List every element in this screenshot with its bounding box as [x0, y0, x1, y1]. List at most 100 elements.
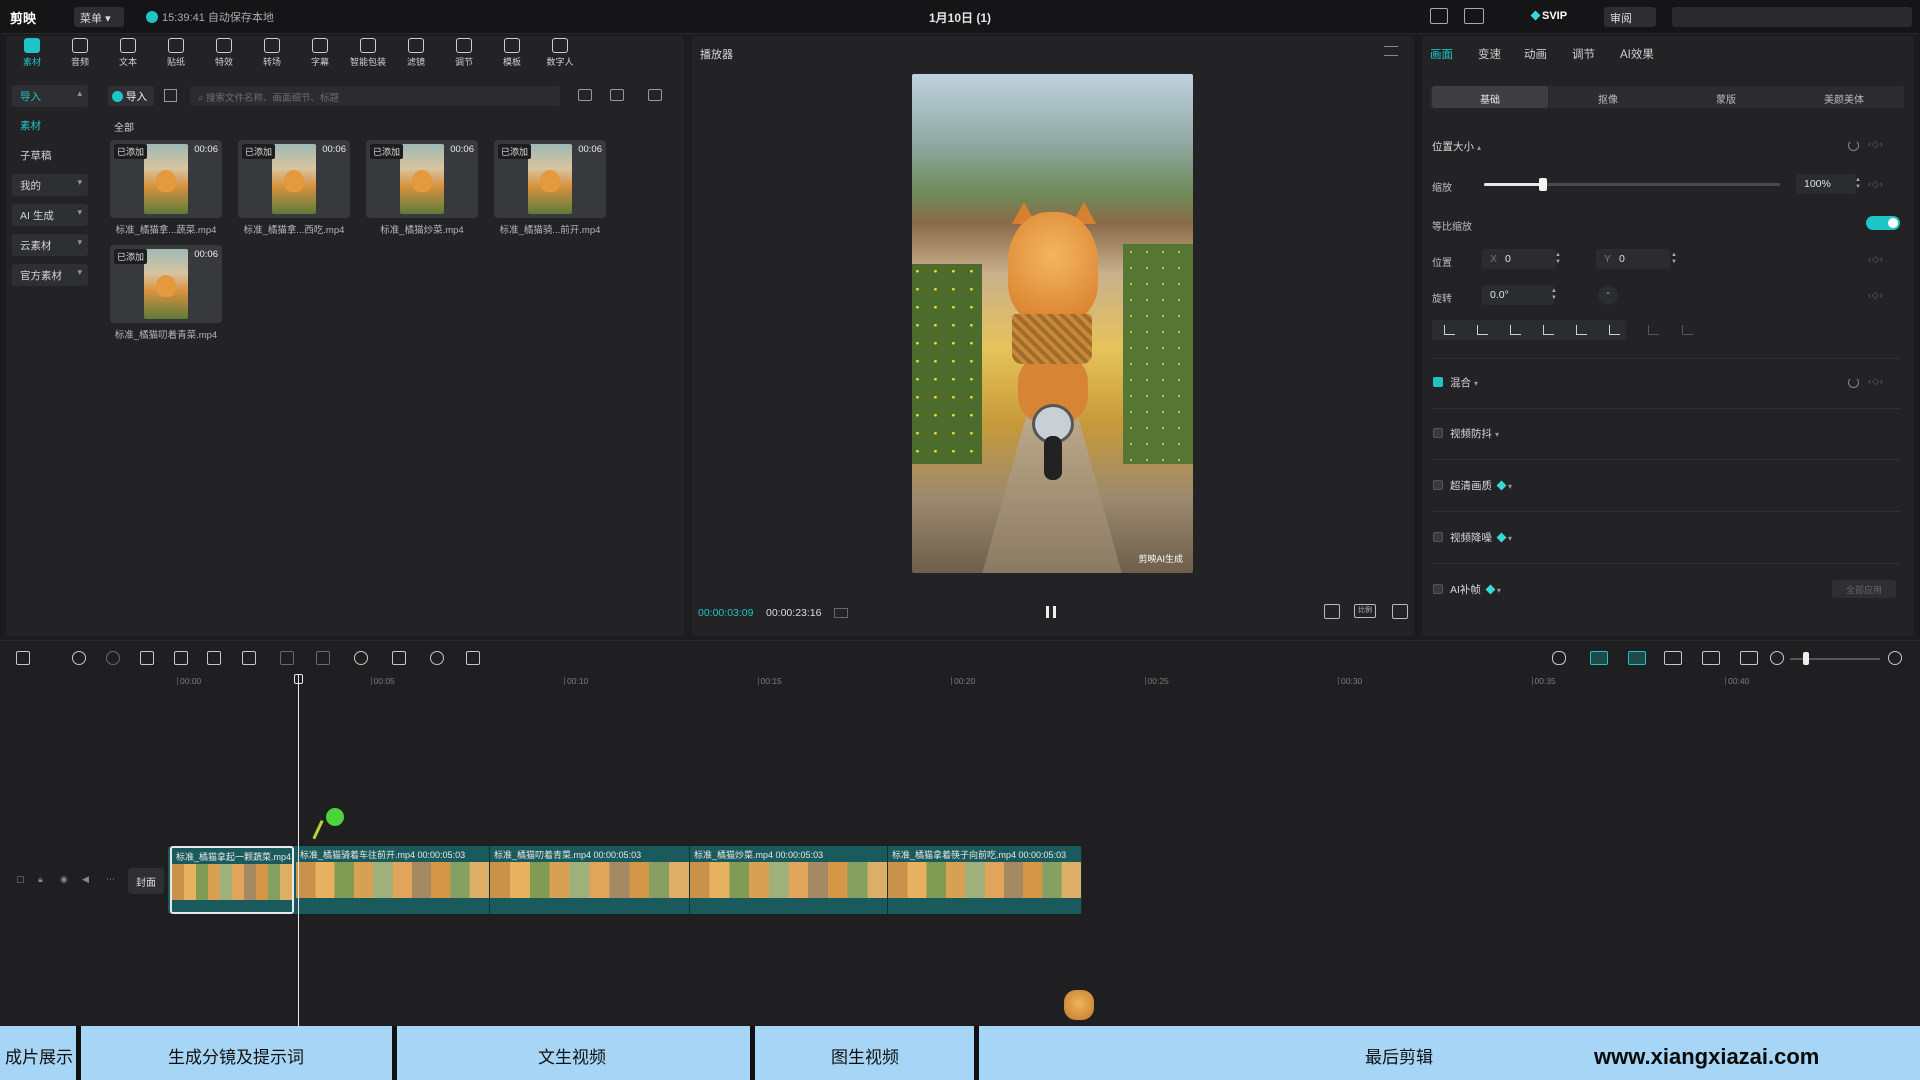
subtab-basic[interactable]: 基础	[1432, 86, 1548, 108]
timeline-clip[interactable]: 标准_橘猫拿着筷子向前吃.mp4 00:00:05:03	[888, 846, 1082, 914]
view-toggle-icon[interactable]	[578, 89, 592, 101]
sidebar-item-2[interactable]: 子草稿	[12, 144, 88, 166]
rotate-input[interactable]: 0.0°	[1482, 285, 1554, 305]
sort-icon[interactable]	[610, 89, 624, 101]
tool-adjust[interactable]: 调节	[442, 38, 486, 72]
tool-avatar[interactable]: 数字人	[538, 38, 582, 72]
grid-view-icon[interactable]	[164, 89, 177, 102]
blend-header[interactable]: 混合 ▾	[1450, 375, 1478, 390]
review-button[interactable]: 审阅	[1604, 7, 1656, 27]
menu-icon[interactable]	[1384, 46, 1398, 56]
timecode-icon[interactable]	[834, 608, 848, 618]
sidebar-item-0[interactable]: 导入 ▴	[12, 85, 88, 107]
link-icon[interactable]	[1664, 651, 1682, 665]
keyframe-icon[interactable]: ‹◇›	[1868, 139, 1884, 150]
svip-badge[interactable]: SVIP	[1524, 7, 1575, 27]
keyframe-icon[interactable]: ‹◇›	[1868, 179, 1884, 190]
tool-effects[interactable]: 特效	[202, 38, 246, 72]
position-size-header[interactable]: 位置大小 ▴	[1432, 139, 1481, 154]
zoom-slider-knob[interactable]	[1803, 652, 1809, 665]
apply-all-button[interactable]: 全部应用	[1832, 580, 1896, 598]
scale-input[interactable]: 100%	[1796, 174, 1856, 194]
stepper-icon[interactable]: ▲ ▼	[1550, 288, 1558, 302]
scale-slider-knob[interactable]	[1539, 178, 1548, 191]
uniform-scale-toggle[interactable]	[1866, 216, 1900, 230]
preview-axis-icon[interactable]	[1702, 651, 1720, 665]
media-item[interactable]: 已添加 00:06 标准_橘猫拿...蔬菜.mp4	[110, 140, 222, 236]
playhead[interactable]	[298, 674, 299, 1026]
tab-animation[interactable]: 动画	[1524, 46, 1547, 62]
track-checkbox-icon[interactable]: ▢	[16, 874, 25, 885]
main-track-magnet-icon[interactable]	[1590, 651, 1608, 665]
timeline-clip[interactable]: 标准_橘猫拿起一颗蔬菜.mp4	[170, 846, 294, 914]
playhead-handle[interactable]	[294, 674, 303, 684]
video-preview[interactable]: 剪映AI生成	[912, 74, 1193, 573]
sidebar-item-5[interactable]: 云素材 ▾	[12, 234, 88, 256]
media-thumbnail[interactable]: 已添加 00:06	[110, 245, 222, 323]
keyframe-icon[interactable]: ‹◇›	[1868, 376, 1884, 387]
tab-speed[interactable]: 变速	[1478, 46, 1501, 62]
cover-button[interactable]: 封面	[128, 868, 164, 894]
search-input[interactable]: ⌕ 搜索文件名称、画面细节、标题	[190, 86, 560, 106]
align-middle-v-icon[interactable]	[1576, 325, 1587, 335]
subtab-cutout[interactable]: 抠像	[1550, 86, 1666, 108]
media-item[interactable]: 已添加 00:06 标准_橘猫炒菜.mp4	[366, 140, 478, 236]
layout-grid-icon[interactable]	[1464, 8, 1484, 24]
align-left-icon[interactable]	[1444, 325, 1455, 335]
ratio-button[interactable]: 比例	[1354, 604, 1376, 618]
volume-icon[interactable]: ◀	[82, 874, 89, 885]
more-icon[interactable]: ⋯	[106, 874, 115, 885]
full-view-icon[interactable]	[1740, 651, 1758, 665]
stabilize-header[interactable]: 视频防抖 ▾	[1450, 426, 1499, 441]
super-res-checkbox[interactable]	[1433, 480, 1443, 490]
ai-frame-header[interactable]: AI补帧 ▾	[1450, 582, 1501, 597]
tab-adjust[interactable]: 调节	[1572, 46, 1595, 62]
subtab-mask[interactable]: 蒙版	[1668, 86, 1784, 108]
denoise-checkbox[interactable]	[1433, 532, 1443, 542]
screenshot-icon[interactable]	[1324, 604, 1340, 619]
tool-subtitle[interactable]: 字幕	[298, 38, 342, 72]
media-item[interactable]: 已添加 00:06 标准_橘猫骑...前开.mp4	[494, 140, 606, 236]
tool-sticker[interactable]: 贴纸	[154, 38, 198, 72]
media-item[interactable]: 已添加 00:06 标准_橘猫叨着青菜.mp4	[110, 245, 222, 341]
position-x-input[interactable]: X0	[1482, 249, 1556, 269]
super-res-header[interactable]: 超清画质 ▾	[1450, 478, 1512, 493]
tool-filter[interactable]: 滤镜	[394, 38, 438, 72]
fullscreen-icon[interactable]	[1392, 604, 1408, 619]
media-thumbnail[interactable]: 已添加 00:06	[494, 140, 606, 218]
keyframe-icon[interactable]: ‹◇›	[1868, 254, 1884, 265]
denoise-header[interactable]: 视频降噪 ▾	[1450, 530, 1512, 545]
import-button[interactable]: 导入	[108, 86, 154, 106]
delete-icon[interactable]	[242, 651, 256, 665]
export-area[interactable]	[1672, 7, 1912, 27]
lock-icon[interactable]: 🔒︎	[38, 874, 43, 885]
ai-frame-checkbox[interactable]	[1433, 584, 1443, 594]
eye-icon[interactable]: ◉	[60, 874, 68, 885]
align-right-icon[interactable]	[1510, 325, 1521, 335]
sidebar-item-1[interactable]: 素材	[12, 114, 88, 136]
mirror-icon[interactable]	[392, 651, 406, 665]
rotate-icon[interactable]	[430, 651, 444, 665]
split-left-icon[interactable]	[174, 651, 188, 665]
tool-audio[interactable]: 音频	[58, 38, 102, 72]
media-thumbnail[interactable]: 已添加 00:06	[110, 140, 222, 218]
layout-icon[interactable]	[1430, 8, 1448, 24]
rotate-dial[interactable]: -	[1598, 285, 1618, 305]
timeline-clip[interactable]: 标准_橘猫炒菜.mp4 00:00:05:03	[690, 846, 888, 914]
tool-transition[interactable]: 转场	[250, 38, 294, 72]
sidebar-item-4[interactable]: AI 生成 ▾	[12, 204, 88, 226]
media-item[interactable]: 已添加 00:06 标准_橘猫拿...西吃.mp4	[238, 140, 350, 236]
stabilize-checkbox[interactable]	[1433, 428, 1443, 438]
reset-icon[interactable]	[1848, 377, 1859, 388]
subtab-beauty[interactable]: 美颜美体	[1786, 86, 1902, 108]
split-icon[interactable]	[140, 651, 154, 665]
zoom-out-icon[interactable]	[1770, 651, 1784, 665]
tool-text[interactable]: 文本	[106, 38, 150, 72]
align-bottom-icon[interactable]	[1609, 325, 1620, 335]
microphone-icon[interactable]	[1552, 651, 1566, 665]
pause-icon[interactable]	[1046, 606, 1056, 618]
align-center-h-icon[interactable]	[1477, 325, 1488, 335]
zoom-in-icon[interactable]	[1888, 651, 1902, 665]
timeline-clip[interactable]: 标准_橘猫叨着青菜.mp4 00:00:05:03	[490, 846, 690, 914]
align-top-icon[interactable]	[1543, 325, 1554, 335]
